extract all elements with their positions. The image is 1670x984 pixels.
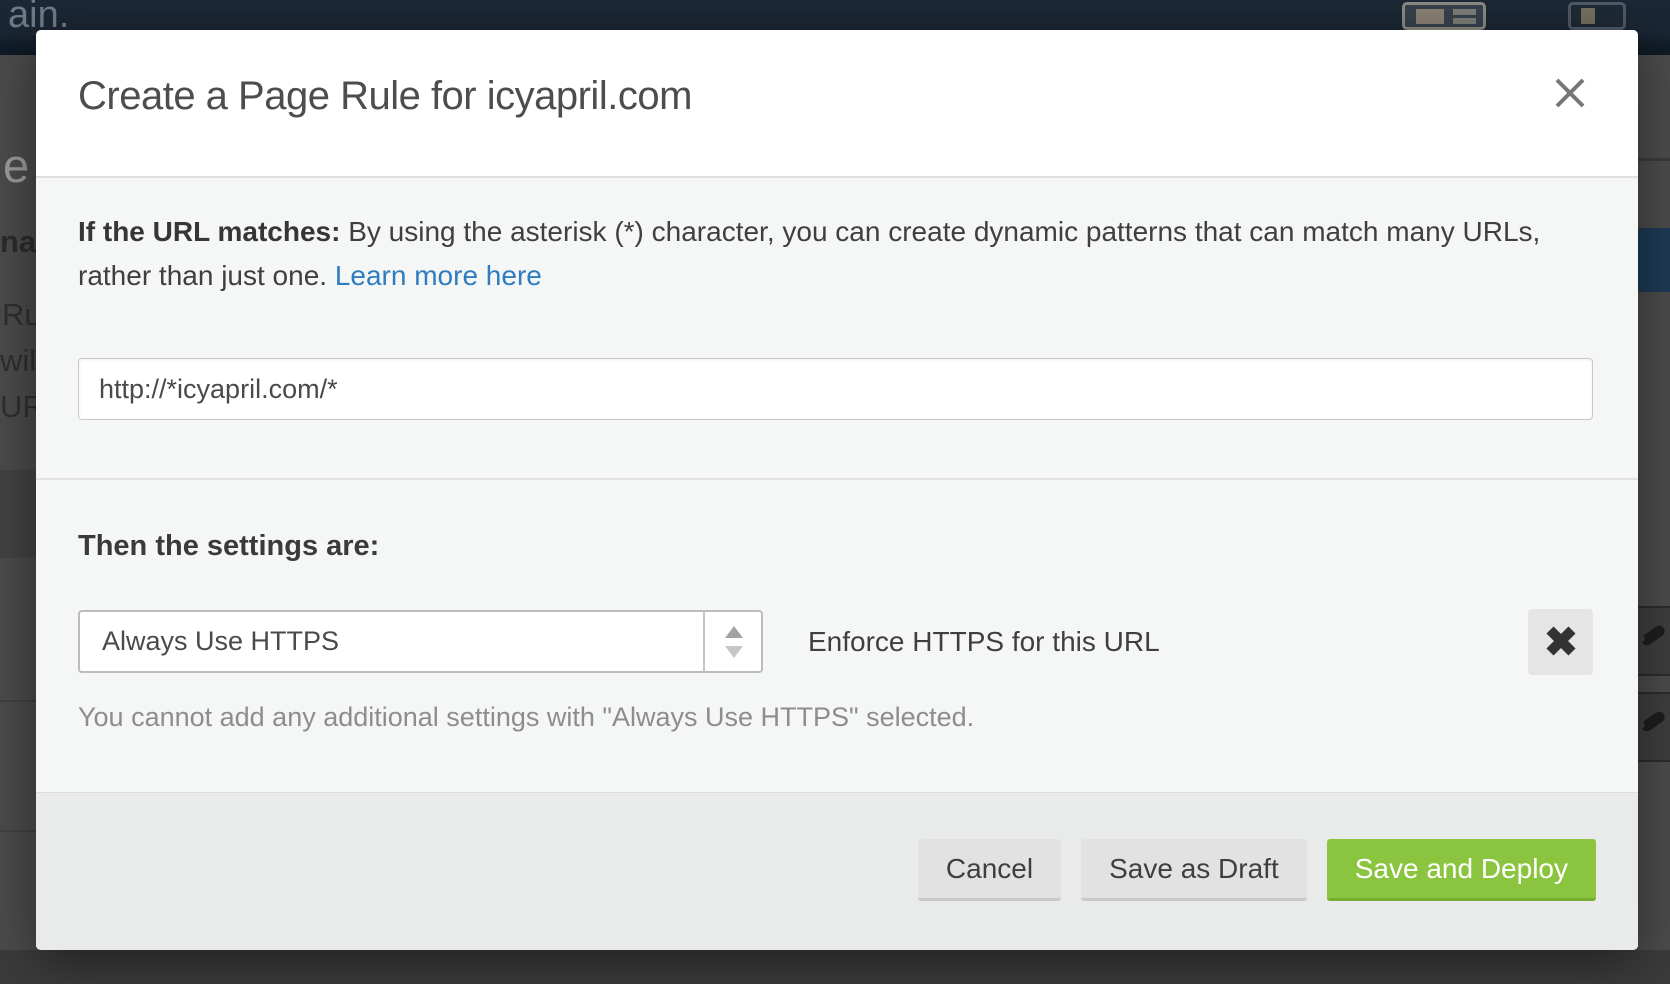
- url-match-description: If the URL matches: By using the asteris…: [78, 210, 1553, 298]
- remove-setting-button[interactable]: [1528, 609, 1593, 675]
- panel-block: [1416, 9, 1444, 24]
- background-row-divider: [0, 700, 36, 702]
- panel-bar: [1453, 9, 1476, 15]
- setting-select[interactable]: Always Use HTTPS: [78, 610, 763, 673]
- background-row-partial: [1638, 606, 1670, 676]
- layout-panels-icon: [1402, 2, 1486, 30]
- modal-footer: Cancel Save as Draft Save and Deploy: [36, 792, 1638, 950]
- learn-more-link[interactable]: Learn more here: [335, 260, 542, 291]
- arrow-up-icon: [725, 626, 743, 638]
- wrench-icon: [1639, 624, 1667, 648]
- window-icon: [1568, 2, 1626, 30]
- setting-description: Enforce HTTPS for this URL: [808, 610, 1160, 673]
- section-divider: [36, 478, 1638, 480]
- settings-heading: Then the settings are:: [78, 530, 379, 563]
- modal-header: Create a Page Rule for icyapril.com: [36, 30, 1638, 176]
- background-bottom-strip: [0, 950, 1670, 984]
- background-partial-text: e: [3, 138, 29, 193]
- save-and-deploy-button[interactable]: Save and Deploy: [1327, 839, 1596, 901]
- footer-buttons: Cancel Save as Draft Save and Deploy: [918, 839, 1596, 901]
- modal-body: If the URL matches: By using the asteris…: [36, 176, 1638, 792]
- close-button[interactable]: [1546, 70, 1594, 118]
- setting-select-value: Always Use HTTPS: [102, 612, 339, 671]
- modal-title: Create a Page Rule for icyapril.com: [78, 74, 692, 119]
- url-match-label: If the URL matches:: [78, 216, 340, 247]
- save-as-draft-button[interactable]: Save as Draft: [1081, 839, 1307, 901]
- setting-note: You cannot add any additional settings w…: [78, 702, 974, 733]
- up-down-arrows-icon[interactable]: [703, 612, 761, 671]
- close-icon: [1548, 103, 1592, 118]
- heavy-x-icon: [1544, 646, 1578, 661]
- panel-bar: [1453, 18, 1476, 24]
- cancel-button[interactable]: Cancel: [918, 839, 1061, 901]
- create-page-rule-modal: Create a Page Rule for icyapril.com If t…: [36, 30, 1638, 950]
- background-table-band: [0, 470, 36, 558]
- url-pattern-input[interactable]: [78, 358, 1593, 420]
- arrow-down-icon: [725, 646, 743, 658]
- screen: ain. e nav Ru will UR Create a Page Rule…: [0, 0, 1670, 984]
- wrench-icon: [1639, 710, 1667, 734]
- background-row-divider: [1638, 158, 1670, 161]
- background-blue-button-partial: [1638, 228, 1670, 292]
- window-block: [1581, 8, 1595, 24]
- background-row-partial: [1638, 692, 1670, 762]
- background-row-divider: [0, 830, 36, 832]
